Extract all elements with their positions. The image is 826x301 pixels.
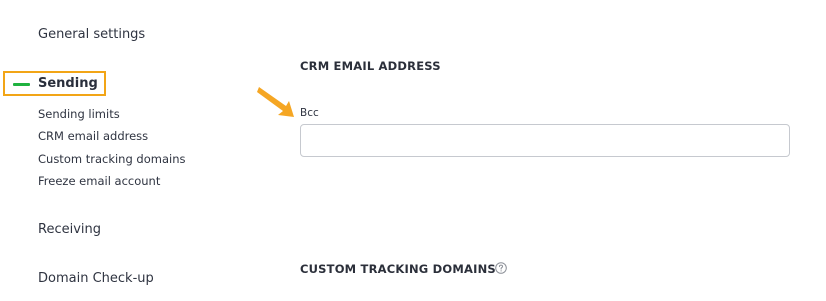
question-circle-icon[interactable] (495, 262, 507, 274)
sidebar-subitem-custom-tracking-domains[interactable]: Custom tracking domains (38, 152, 185, 166)
crm-email-section-title: CRM EMAIL ADDRESS (300, 59, 441, 73)
settings-page: General settings Sending Sending limits … (0, 0, 826, 301)
bcc-label: Bcc (300, 107, 319, 119)
sidebar-item-domain-checkup[interactable]: Domain Check-up (38, 271, 154, 286)
sidebar-subitem-sending-limits[interactable]: Sending limits (38, 107, 120, 121)
sidebar-item-sending[interactable]: Sending (3, 71, 106, 96)
sidebar-item-label: Sending (38, 76, 98, 91)
custom-tracking-section-title: CUSTOM TRACKING DOMAINS (300, 262, 496, 276)
active-indicator (13, 83, 30, 86)
sidebar-item-general-settings[interactable]: General settings (38, 27, 145, 42)
arrow-pointer-icon (257, 87, 294, 117)
bcc-input[interactable] (300, 124, 790, 157)
sidebar-item-receiving[interactable]: Receiving (38, 222, 101, 237)
sidebar-subitem-crm-email-address[interactable]: CRM email address (38, 129, 148, 143)
sidebar-subitem-freeze-email-account[interactable]: Freeze email account (38, 174, 160, 188)
